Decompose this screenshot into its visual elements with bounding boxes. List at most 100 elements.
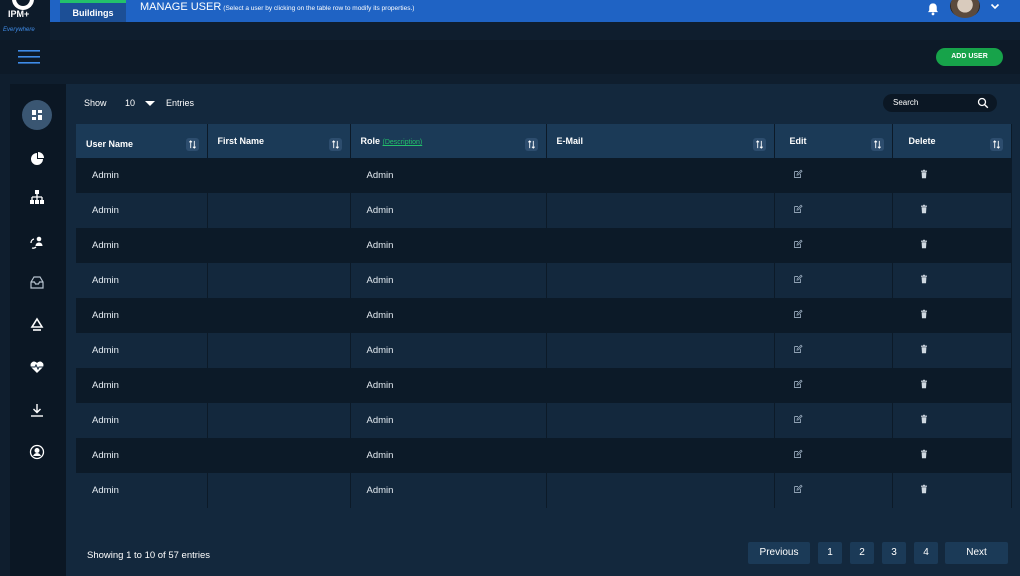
bell-icon[interactable] <box>926 2 940 16</box>
hamburger-menu-icon[interactable] <box>18 49 40 65</box>
cell-edit <box>774 403 893 438</box>
dashboard-icon <box>32 110 42 120</box>
cell-user-name: Admin <box>76 403 208 438</box>
role-description-link[interactable]: (Description) <box>383 139 423 146</box>
sort-icon[interactable] <box>328 138 342 151</box>
show-label: Show <box>84 98 107 108</box>
cell-user-name: Admin <box>76 438 208 473</box>
cell-edit <box>774 333 893 368</box>
trash-icon[interactable] <box>919 414 929 424</box>
trash-icon[interactable] <box>919 274 929 284</box>
app-logo[interactable]: IPM+ Everywhere <box>0 0 50 40</box>
cell-user-name: Admin <box>76 333 208 368</box>
edit-icon[interactable] <box>793 379 803 389</box>
edit-icon[interactable] <box>793 344 803 354</box>
pagination-page-button[interactable]: 1 <box>818 542 842 564</box>
edit-icon[interactable] <box>793 204 803 214</box>
cell-first-name <box>207 158 351 193</box>
sidebar-item-dashboard[interactable] <box>22 100 52 130</box>
table-row[interactable]: Admin Admin <box>76 403 1012 438</box>
cell-delete <box>892 473 1012 508</box>
edit-icon[interactable] <box>793 414 803 424</box>
sidebar-item-recycle[interactable] <box>22 310 52 340</box>
sort-icon[interactable] <box>870 138 884 151</box>
sidebar-item-inbox[interactable] <box>22 267 52 297</box>
column-header-delete[interactable]: Delete <box>892 124 1012 158</box>
sidebar-item-user-sync[interactable] <box>22 227 52 257</box>
pagination-page-button[interactable]: 3 <box>882 542 906 564</box>
sidebar-item-profile[interactable] <box>22 437 52 467</box>
sort-icon[interactable] <box>989 138 1003 151</box>
table-row[interactable]: Admin Admin <box>76 473 1012 508</box>
pagination-page-button[interactable]: 4 <box>914 542 938 564</box>
cell-role: Admin <box>350 368 547 403</box>
sort-icon[interactable] <box>752 138 766 151</box>
column-header-user-name[interactable]: User Name <box>76 124 208 158</box>
logo-text: IPM+ <box>8 9 30 19</box>
cell-email <box>546 298 775 333</box>
column-header-label: Role <box>360 136 381 146</box>
cell-email <box>546 368 775 403</box>
column-header-label: Delete <box>908 136 936 146</box>
table-row[interactable]: Admin Admin <box>76 263 1012 298</box>
cell-email <box>546 403 775 438</box>
trash-icon[interactable] <box>919 169 929 179</box>
cell-email <box>546 263 775 298</box>
cell-first-name <box>207 403 351 438</box>
edit-icon[interactable] <box>793 239 803 249</box>
hierarchy-icon <box>30 190 44 204</box>
trash-icon[interactable] <box>919 204 929 214</box>
pie-chart-icon <box>31 152 44 165</box>
trash-icon[interactable] <box>919 344 929 354</box>
table-row[interactable]: Admin Admin <box>76 158 1012 193</box>
sidebar-item-download[interactable] <box>22 395 52 425</box>
cell-role: Admin <box>350 263 547 298</box>
sort-icon[interactable] <box>524 138 538 151</box>
search-icon[interactable] <box>977 97 989 109</box>
table-row[interactable]: Admin Admin <box>76 193 1012 228</box>
edit-icon[interactable] <box>793 169 803 179</box>
column-header-email[interactable]: E-Mail <box>546 124 775 158</box>
pagination-page-button[interactable]: 2 <box>850 542 874 564</box>
cell-edit <box>774 298 893 333</box>
sidebar-item-hierarchy[interactable] <box>22 182 52 212</box>
chevron-down-icon[interactable] <box>990 1 1000 11</box>
edit-icon[interactable] <box>793 484 803 494</box>
edit-icon[interactable] <box>793 274 803 284</box>
column-header-edit[interactable]: Edit <box>774 124 893 158</box>
table-row[interactable]: Admin Admin <box>76 368 1012 403</box>
cell-edit <box>774 263 893 298</box>
trash-icon[interactable] <box>919 484 929 494</box>
trash-icon[interactable] <box>919 239 929 249</box>
table-row[interactable]: Admin Admin <box>76 228 1012 263</box>
table-row[interactable]: Admin Admin <box>76 298 1012 333</box>
tab-buildings[interactable]: Buildings <box>60 0 126 22</box>
user-sync-icon <box>30 236 43 249</box>
trash-icon[interactable] <box>919 379 929 389</box>
sidebar-item-reports[interactable] <box>22 144 52 174</box>
add-user-button[interactable]: ADD USER <box>936 48 1003 66</box>
sidebar-item-health[interactable] <box>22 352 52 382</box>
cell-first-name <box>207 368 351 403</box>
pagination-previous-button[interactable]: Previous <box>748 542 810 564</box>
search-input[interactable]: Search <box>883 94 997 112</box>
table-row[interactable]: Admin Admin <box>76 333 1012 368</box>
cell-role: Admin <box>350 158 547 193</box>
column-header-label: E-Mail <box>556 136 584 146</box>
cell-user-name: Admin <box>76 368 208 403</box>
edit-icon[interactable] <box>793 309 803 319</box>
trash-icon[interactable] <box>919 449 929 459</box>
trash-icon[interactable] <box>919 309 929 319</box>
pagination-next-button[interactable]: Next <box>945 542 1008 564</box>
cell-role: Admin <box>350 228 547 263</box>
cell-role: Admin <box>350 298 547 333</box>
entries-select[interactable]: 10 <box>115 95 159 111</box>
column-header-first-name[interactable]: First Name <box>207 124 351 158</box>
table-row[interactable]: Admin Admin <box>76 438 1012 473</box>
caret-down-icon <box>145 101 155 106</box>
column-header-role[interactable]: Role (Description) <box>350 124 547 158</box>
page-title-text: MANAGE USER <box>140 1 222 13</box>
cell-role: Admin <box>350 193 547 228</box>
sort-icon[interactable] <box>185 138 199 151</box>
edit-icon[interactable] <box>793 449 803 459</box>
